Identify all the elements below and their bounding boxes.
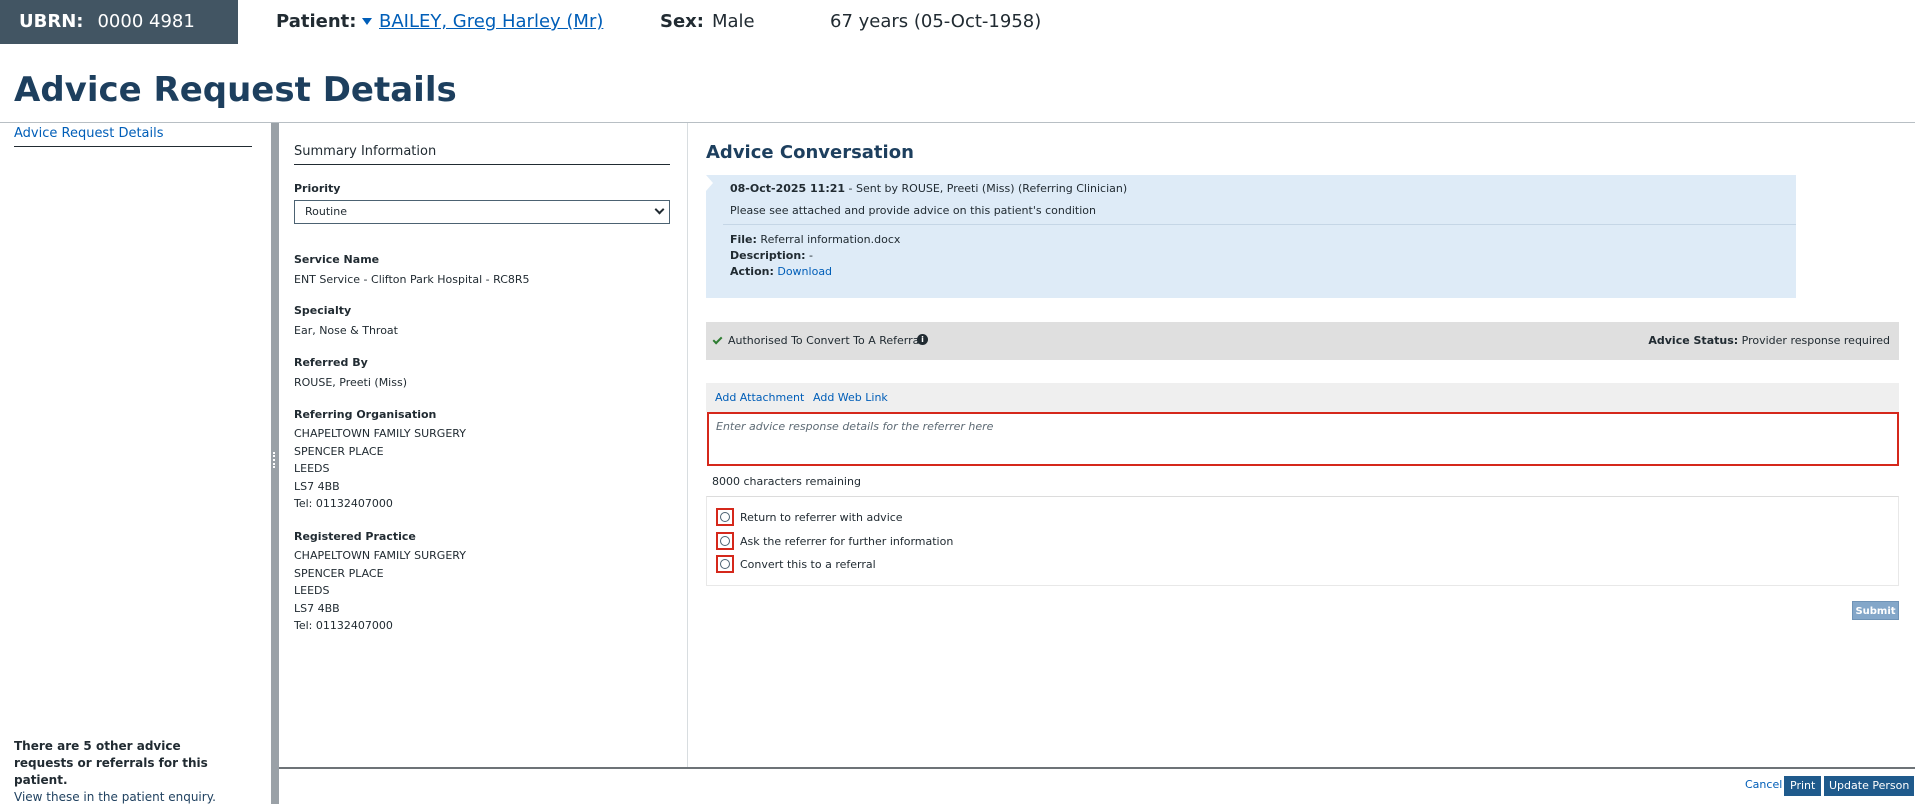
other-requests-note: There are 5 other advice requests or ref… <box>14 738 244 806</box>
specialty-value: Ear, Nose & Throat <box>294 324 398 337</box>
radio-button[interactable] <box>720 512 730 522</box>
advice-status-value: Provider response required <box>1738 334 1890 347</box>
referred-by-value: ROUSE, Preeti (Miss) <box>294 376 407 389</box>
sex-label: Sex: <box>660 11 704 32</box>
advice-status: Advice Status: Provider response require… <box>1648 334 1890 347</box>
radio-error-outline <box>716 555 734 573</box>
advice-response-textarea[interactable]: Enter advice response details for the re… <box>707 412 1899 466</box>
address-line: CHAPELTOWN FAMILY SURGERY <box>294 427 466 440</box>
other-requests-text: There are 5 other advice requests or ref… <box>14 739 208 787</box>
attachment-description: Description: - <box>730 249 813 262</box>
registered-practice-address: CHAPELTOWN FAMILY SURGERY SPENCER PLACE … <box>294 547 466 635</box>
patient-label: Patient: <box>276 11 357 32</box>
description-label: Description: <box>730 249 806 262</box>
response-options: Return to referrer with advice Ask the r… <box>706 496 1899 586</box>
service-name-value: ENT Service - Clifton Park Hospital - RC… <box>294 273 530 286</box>
print-button[interactable]: Print <box>1784 776 1822 796</box>
characters-remaining: 8000 characters remaining <box>712 475 861 488</box>
submit-button[interactable]: Submit <box>1852 601 1899 620</box>
address-line: CHAPELTOWN FAMILY SURGERY <box>294 549 466 562</box>
priority-value: Routine <box>305 205 347 218</box>
divider <box>0 122 1915 123</box>
description-value: - <box>805 249 814 262</box>
ubrn-badge: UBRN: 0000 4981 2183 <box>0 0 238 76</box>
message-bubble: 08-Oct-2025 11:21 - Sent by ROUSE, Preet… <box>706 175 1796 298</box>
address-line: Tel: 01132407000 <box>294 497 393 510</box>
option-label: Return to referrer with advice <box>740 511 903 524</box>
authorisation-bar: Authorised To Convert To A Referral i Ad… <box>706 322 1899 360</box>
specialty-label: Specialty <box>294 304 352 317</box>
address-line: LEEDS <box>294 584 330 597</box>
patient-name-link[interactable]: BAILEY, Greg Harley (Mr) <box>379 11 603 32</box>
address-line: Tel: 01132407000 <box>294 619 393 632</box>
option-label: Convert this to a referral <box>740 558 876 571</box>
priority-select[interactable]: Routine <box>294 200 670 224</box>
info-icon[interactable]: i <box>917 334 928 345</box>
download-link[interactable]: Download <box>777 265 832 278</box>
authorised-text: Authorised To Convert To A Referral <box>728 334 923 347</box>
add-web-link[interactable]: Add Web Link <box>813 391 888 404</box>
address-line: SPENCER PLACE <box>294 444 384 458</box>
chevron-down-icon <box>654 204 665 215</box>
advice-status-label: Advice Status: <box>1648 334 1739 347</box>
address-line: LEEDS <box>294 462 330 475</box>
add-attachment-link[interactable]: Add Attachment <box>715 391 804 404</box>
referred-by-label: Referred By <box>294 356 368 369</box>
option-label: Ask the referrer for further information <box>740 535 954 548</box>
cancel-button[interactable]: Cancel <box>1745 778 1782 791</box>
referring-org-label: Referring Organisation <box>294 408 437 421</box>
response-toolbar: Add Attachment Add Web Link <box>706 383 1899 412</box>
splitter-grip-icon[interactable] <box>273 452 276 468</box>
summary-title: Summary Information <box>294 144 437 159</box>
priority-label: Priority <box>294 182 341 195</box>
divider <box>723 224 1796 225</box>
file-label: File: <box>730 233 757 246</box>
patient-enquiry-hint: View these in the patient enquiry. <box>14 790 216 804</box>
sex-value: Male <box>712 11 755 32</box>
divider <box>294 164 670 165</box>
attachment-file: File: Referral information.docx <box>730 233 900 246</box>
age-dob: 67 years (05-Oct-1958) <box>830 11 1042 32</box>
divider <box>279 767 1915 769</box>
divider <box>687 123 688 767</box>
message-sender: - Sent by ROUSE, Preeti (Miss) (Referrin… <box>845 182 1128 195</box>
radio-button[interactable] <box>720 536 730 546</box>
registered-practice-label: Registered Practice <box>294 530 416 543</box>
left-nav-advice-request-details[interactable]: Advice Request Details <box>14 126 164 141</box>
radio-button[interactable] <box>720 559 730 569</box>
divider <box>14 146 252 147</box>
conversation-title: Advice Conversation <box>706 142 914 163</box>
caret-down-icon[interactable] <box>362 18 372 25</box>
address-line: LS7 4BB <box>294 479 340 493</box>
referring-org-address: CHAPELTOWN FAMILY SURGERY SPENCER PLACE … <box>294 425 466 513</box>
radio-error-outline <box>716 532 734 550</box>
action-label: Action: <box>730 265 774 278</box>
service-name-label: Service Name <box>294 253 380 266</box>
bubble-notch <box>706 175 713 191</box>
patient-banner: UBRN: 0000 4981 2183 Patient: BAILEY, Gre… <box>0 0 1915 76</box>
attachment-action: Action: Download <box>730 265 832 278</box>
message-timestamp: 08-Oct-2025 11:21 <box>730 182 846 195</box>
file-value: Referral information.docx <box>756 233 901 246</box>
update-person-button[interactable]: Update Person <box>1824 776 1915 796</box>
check-icon <box>712 334 723 345</box>
ubrn-label: UBRN: <box>19 11 84 32</box>
address-line: SPENCER PLACE <box>294 566 384 580</box>
radio-error-outline <box>716 508 734 526</box>
address-line: LS7 4BB <box>294 601 340 615</box>
page-title: Advice Request Details <box>14 70 457 110</box>
message-header: 08-Oct-2025 11:21 - Sent by ROUSE, Preet… <box>730 182 1127 195</box>
message-body: Please see attached and provide advice o… <box>730 204 1096 217</box>
